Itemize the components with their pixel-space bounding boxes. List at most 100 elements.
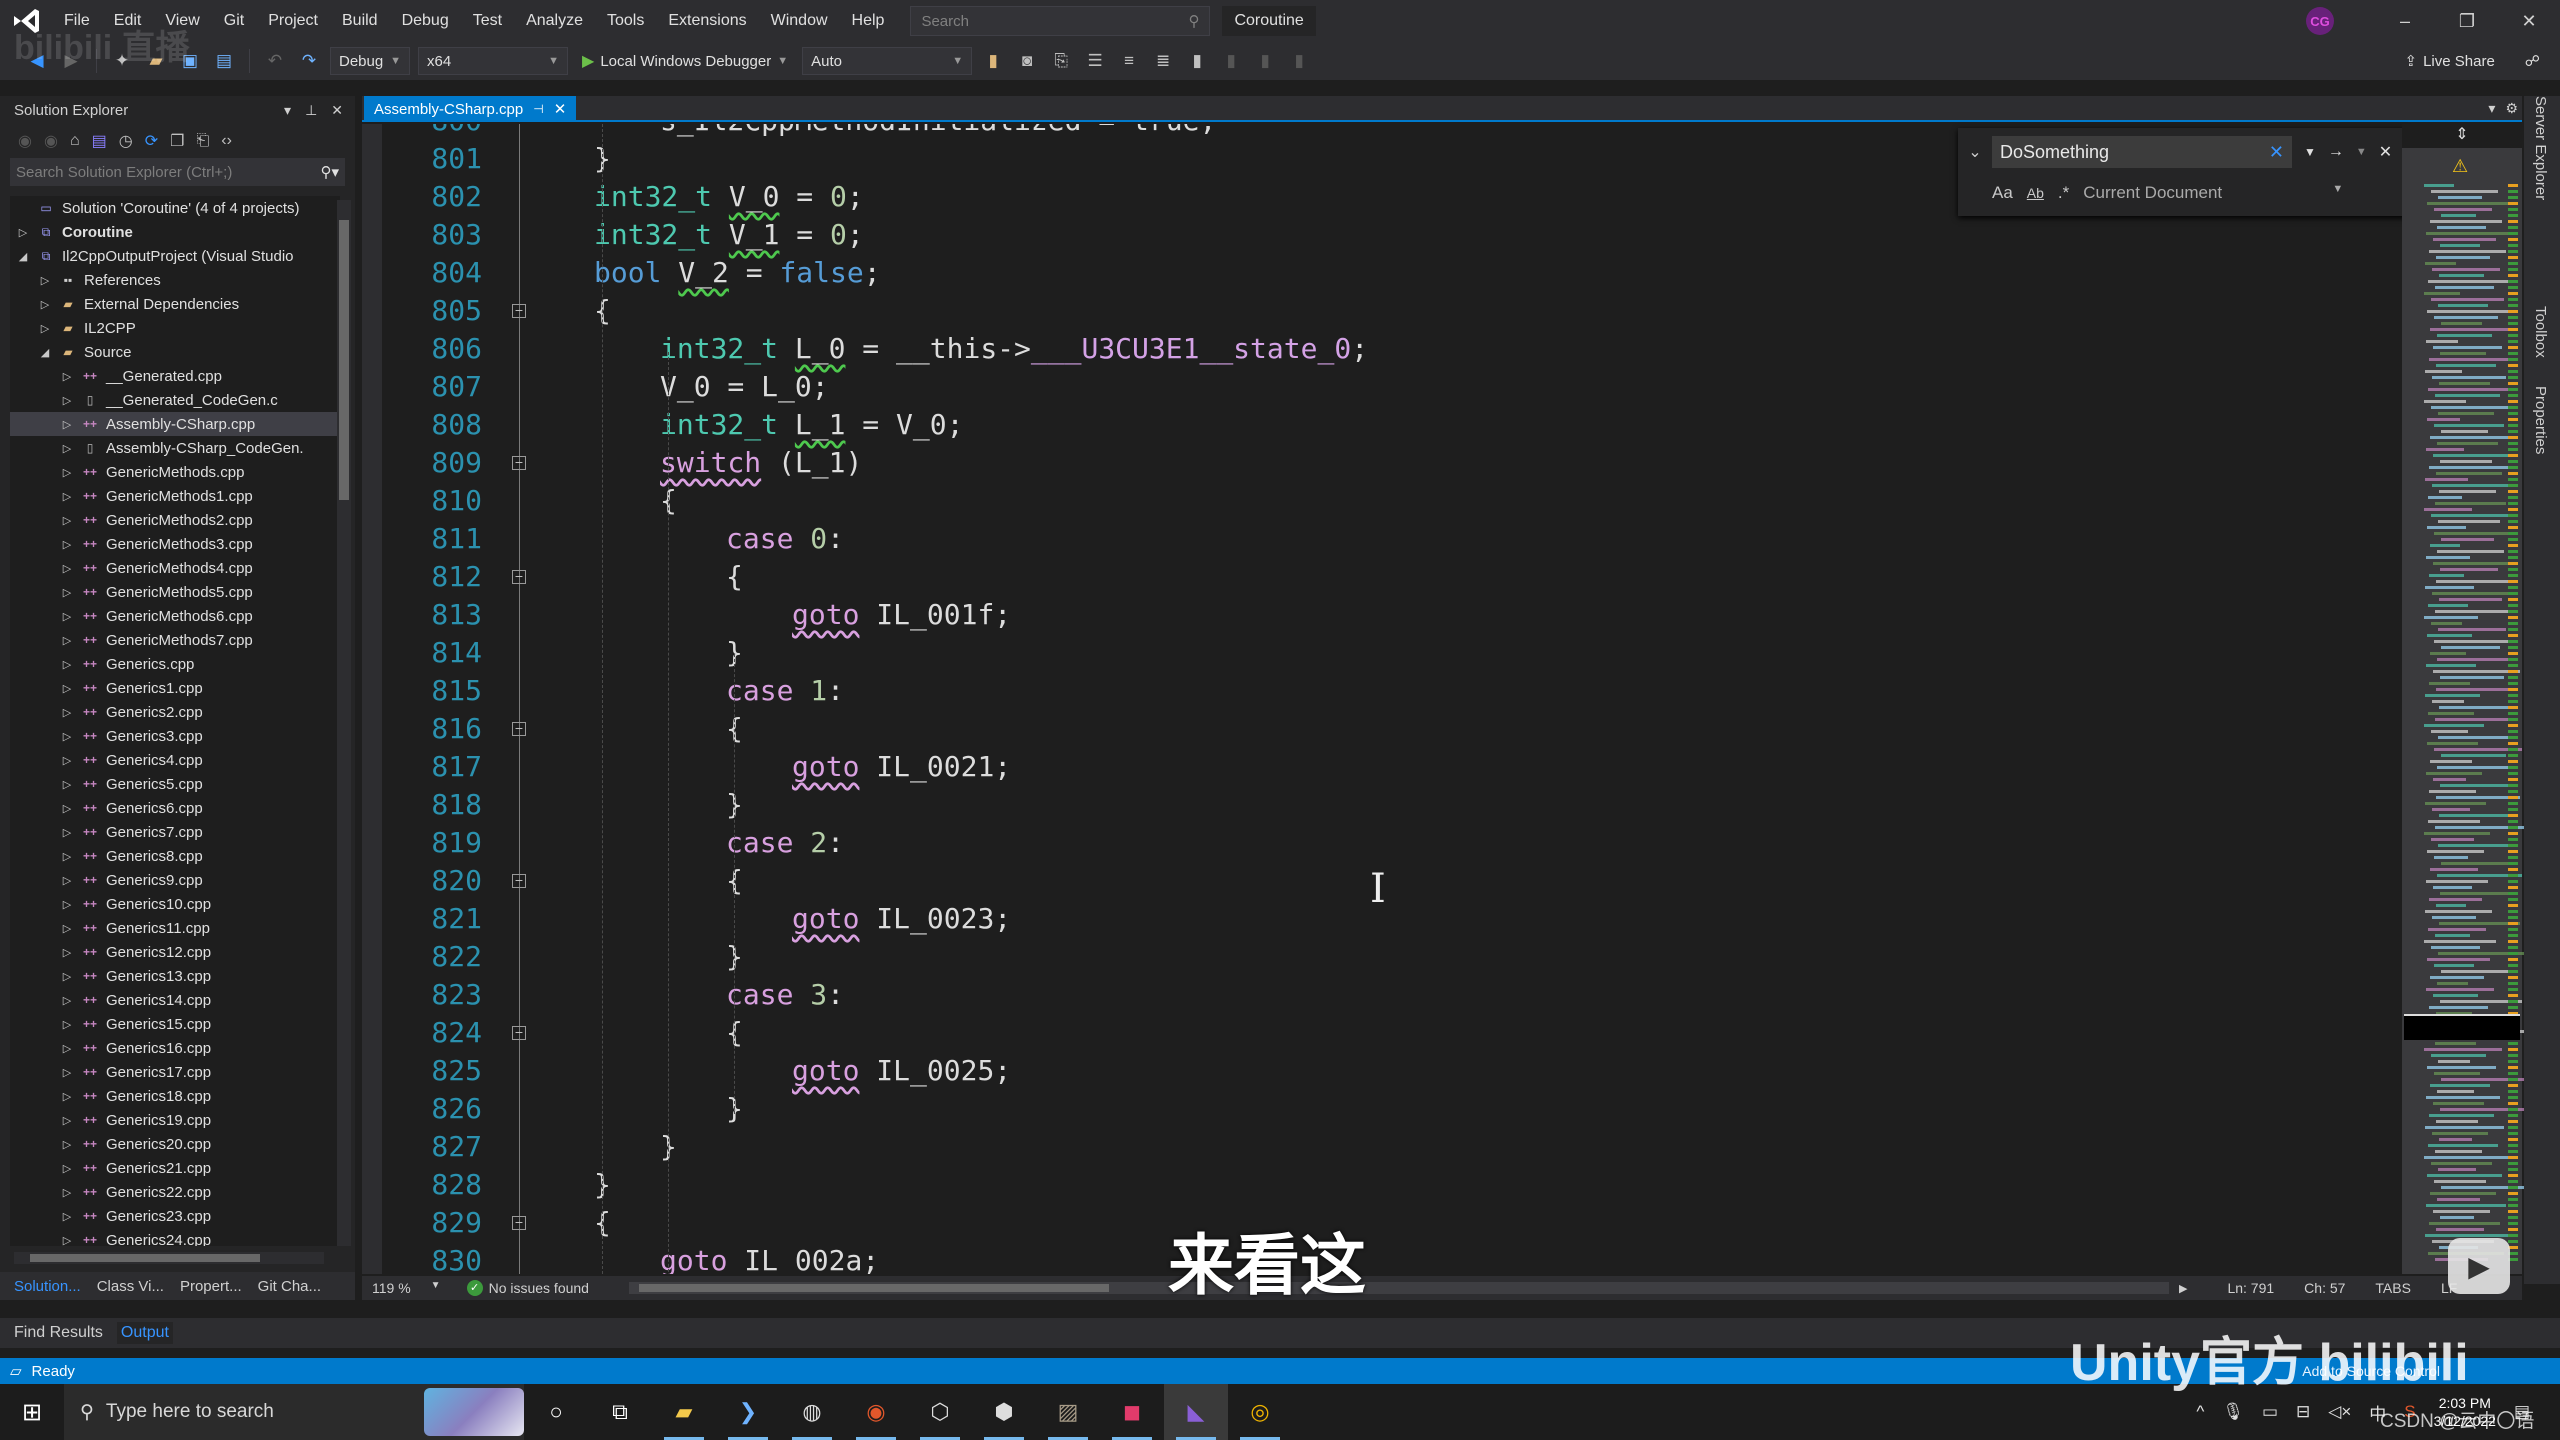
code-line[interactable]: 804 bool V_2 = false;: [362, 254, 2362, 292]
collapsed-arrow-icon[interactable]: ▷: [60, 1162, 74, 1175]
bookmark-icon[interactable]: ▮: [1184, 48, 1210, 74]
tree-item[interactable]: ▷ ▪▪ References: [10, 268, 340, 292]
code-line[interactable]: 819 case 2:: [362, 824, 2362, 862]
collapse-region-icon[interactable]: −: [512, 570, 526, 584]
scrollbar-thumb[interactable]: [339, 220, 349, 500]
tree-item[interactable]: ▷ ++ GenericMethods.cpp: [10, 460, 340, 484]
collapsed-arrow-icon[interactable]: ▷: [60, 610, 74, 623]
code-line[interactable]: 813 goto IL_001f;: [362, 596, 2362, 634]
undo-icon[interactable]: ↶: [262, 48, 288, 74]
uncomment-icon[interactable]: ≣: [1150, 48, 1176, 74]
start-debugging-button[interactable]: ▶ Local Windows Debugger ▼: [576, 51, 794, 71]
collapse-region-icon[interactable]: −: [512, 304, 526, 318]
dropdown-icon[interactable]: ▾: [284, 102, 291, 119]
code-line[interactable]: 817 goto IL_0021;: [362, 748, 2362, 786]
search-scope-dropdown[interactable]: Current Document ▼: [2083, 183, 2343, 203]
collapsed-arrow-icon[interactable]: ▷: [60, 850, 74, 863]
pin-icon[interactable]: ⊣: [533, 102, 543, 116]
tree-item[interactable]: ▷ ++ Generics12.cpp: [10, 940, 340, 964]
collapsed-arrow-icon[interactable]: ▷: [60, 730, 74, 743]
show-all-files-icon[interactable]: ⎗: [196, 132, 209, 150]
close-find-icon[interactable]: ✕: [2379, 142, 2392, 162]
tree-item[interactable]: ▷ ++ Generics14.cpp: [10, 988, 340, 1012]
switch-views-icon[interactable]: ▤: [92, 131, 107, 151]
unity-hub-icon[interactable]: ⬡: [908, 1384, 972, 1440]
warning-icon[interactable]: ⚠: [2452, 156, 2468, 177]
zoom-dropdown[interactable]: 119 % ▼: [362, 1280, 451, 1296]
outline-icon[interactable]: ☰: [1082, 48, 1108, 74]
home-icon[interactable]: ⌂: [70, 132, 80, 150]
tree-item[interactable]: ▷ ++ Generics17.cpp: [10, 1060, 340, 1084]
tree-item[interactable]: ▷ ++ Generics15.cpp: [10, 1012, 340, 1036]
tree-item[interactable]: ▷ ++ GenericMethods3.cpp: [10, 532, 340, 556]
collapsed-arrow-icon[interactable]: ▷: [60, 634, 74, 647]
tree-item[interactable]: ▷ ++ GenericMethods2.cpp: [10, 508, 340, 532]
back-icon[interactable]: ◉: [18, 131, 32, 151]
code-line[interactable]: 823 case 3:: [362, 976, 2362, 1014]
code-line[interactable]: 821 goto IL_0023;: [362, 900, 2362, 938]
side-tab[interactable]: Toolbox: [2532, 306, 2549, 358]
tree-item[interactable]: ▷ ++ Generics20.cpp: [10, 1132, 340, 1156]
code-line[interactable]: 812 − {: [362, 558, 2362, 596]
editor-scroll-map[interactable]: ⇕ ⚠: [2402, 124, 2530, 1274]
chrome-icon[interactable]: ◎: [1228, 1384, 1292, 1440]
visual-studio-icon[interactable]: ◣: [1164, 1384, 1228, 1440]
code-line[interactable]: 825 goto IL_0025;: [362, 1052, 2362, 1090]
collapsed-arrow-icon[interactable]: ▷: [38, 298, 52, 311]
split-editor-icon[interactable]: ⇕: [2402, 124, 2522, 148]
code-line[interactable]: 820−{: [362, 862, 2362, 900]
tree-item[interactable]: ▷ ++ Generics21.cpp: [10, 1156, 340, 1180]
tree-item[interactable]: ▷ ▰ External Dependencies: [10, 292, 340, 316]
left-pane-tab[interactable]: Class Vi...: [97, 1278, 164, 1295]
step-icon[interactable]: ⎘: [1048, 48, 1074, 74]
settings-gear-icon[interactable]: ⚙: [2505, 100, 2518, 117]
tree-item[interactable]: ▷ ++ GenericMethods1.cpp: [10, 484, 340, 508]
code-line[interactable]: 808 int32_t L_1 = V_0;: [362, 406, 2362, 444]
tree-vertical-scrollbar[interactable]: [337, 200, 351, 1246]
tree-item[interactable]: ▷ ++ Generics6.cpp: [10, 796, 340, 820]
code-line[interactable]: 803 int32_t V_1 = 0;: [362, 216, 2362, 254]
code-view-icon[interactable]: ‹›: [221, 132, 232, 150]
code-line[interactable]: 815 case 1:: [362, 672, 2362, 710]
scrollbar-thumb[interactable]: [638, 1284, 1109, 1292]
issues-indicator[interactable]: ✓ No issues found: [466, 1280, 589, 1296]
redo-icon[interactable]: ↷: [296, 48, 322, 74]
code-line[interactable]: 814}: [362, 634, 2362, 672]
menu-project[interactable]: Project: [256, 0, 330, 42]
menu-git[interactable]: Git: [212, 0, 256, 42]
tree-item[interactable]: ◢ ▰ Source: [10, 340, 340, 364]
tree-item[interactable]: ▷ ++ Generics9.cpp: [10, 868, 340, 892]
collapsed-arrow-icon[interactable]: ▷: [38, 322, 52, 335]
menu-extensions[interactable]: Extensions: [656, 0, 758, 42]
search-history-dropdown-icon[interactable]: ▼: [2304, 145, 2316, 159]
collapsed-arrow-icon[interactable]: ▷: [60, 586, 74, 599]
collapse-region-icon[interactable]: −: [512, 1026, 526, 1040]
cortana-icon[interactable]: ○: [524, 1384, 588, 1440]
left-pane-tab[interactable]: Propert...: [180, 1278, 242, 1295]
collapsed-arrow-icon[interactable]: ▷: [60, 370, 74, 383]
expanded-arrow-icon[interactable]: ◢: [38, 346, 52, 359]
regex-toggle[interactable]: .*: [2058, 183, 2069, 203]
tree-item[interactable]: ▷ ++ GenericMethods7.cpp: [10, 628, 340, 652]
code-line[interactable]: 827}: [362, 1128, 2362, 1166]
code-line[interactable]: 816−{: [362, 710, 2362, 748]
code-line[interactable]: 824−{: [362, 1014, 2362, 1052]
menu-debug[interactable]: Debug: [390, 0, 461, 42]
user-avatar[interactable]: CG: [2306, 7, 2334, 35]
collapse-region-icon[interactable]: −: [512, 1216, 526, 1230]
powerpoint-icon[interactable]: ◉: [844, 1384, 908, 1440]
editor-horizontal-scrollbar[interactable]: [628, 1282, 2169, 1294]
collapsed-arrow-icon[interactable]: ▷: [60, 1114, 74, 1127]
collapsed-arrow-icon[interactable]: ▷: [60, 1210, 74, 1223]
browse-icon[interactable]: ▮: [980, 48, 1006, 74]
collapsed-arrow-icon[interactable]: ▷: [60, 1138, 74, 1151]
menu-test[interactable]: Test: [461, 0, 514, 42]
screenshot-icon[interactable]: ◙: [1014, 48, 1040, 74]
indent-mode-indicator[interactable]: TABS: [2375, 1280, 2411, 1296]
left-pane-tab[interactable]: Git Cha...: [258, 1278, 321, 1295]
code-line[interactable]: 809 − switch (L_1): [362, 444, 2362, 482]
collapsed-arrow-icon[interactable]: ▷: [60, 1234, 74, 1247]
collapsed-arrow-icon[interactable]: ▷: [60, 970, 74, 983]
collapsed-arrow-icon[interactable]: ▷: [60, 1066, 74, 1079]
tree-item[interactable]: ▷ ++ Generics8.cpp: [10, 844, 340, 868]
